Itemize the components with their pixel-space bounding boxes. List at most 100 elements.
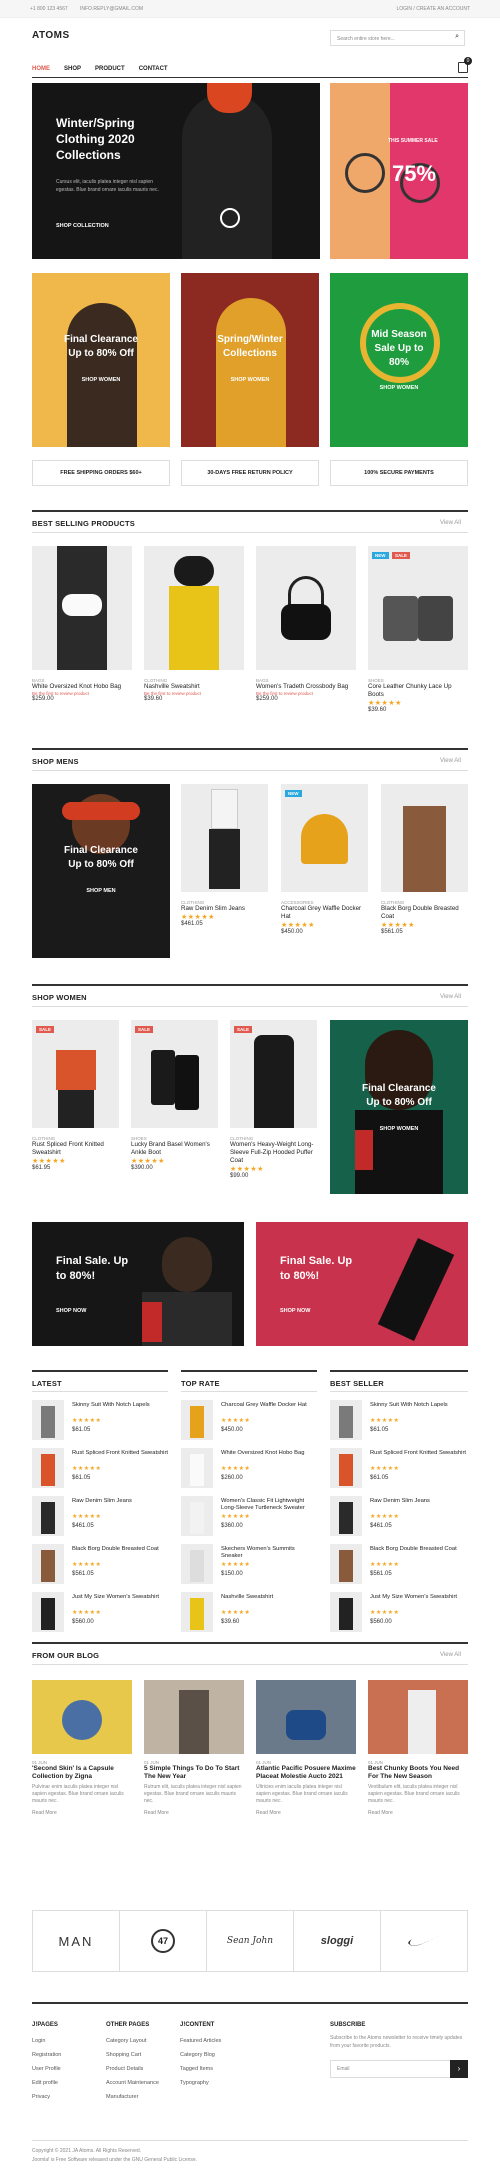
product-name[interactable]: Rust Spliced Front Knitted Sweatshirt [32, 1141, 119, 1157]
promo-2[interactable]: Spring/Winter Collections SHOP WOMEN [181, 273, 319, 447]
product-image-rust-sweatshirt[interactable]: SALE [32, 1020, 119, 1128]
list-item[interactable]: Rust Spliced Front Knitted Sweatshirt ★★★… [32, 1448, 168, 1492]
promo-1[interactable]: Final Clearance Up to 80% Off SHOP WOMEN [32, 273, 170, 447]
list-item-name[interactable]: Just My Size Women's Sweatshirt [370, 1594, 466, 1601]
read-more-link[interactable]: Read More [144, 1810, 244, 1816]
footer-link[interactable]: Edit profile [32, 2076, 102, 2090]
hero-banner[interactable]: Winter/Spring Clothing 2020 Collections … [32, 83, 320, 259]
best-viewall[interactable]: View All [440, 520, 461, 526]
brand-logo-seanjohn[interactable]: Sean John [207, 1911, 294, 1971]
women-viewall[interactable]: View All [440, 994, 461, 1000]
footer-link[interactable]: Privacy [32, 2090, 102, 2104]
list-item-name[interactable]: Rust Spliced Front Knitted Sweatshirt [72, 1450, 168, 1457]
nav-home[interactable]: HOME [32, 66, 50, 72]
footer-link[interactable]: Manufacturer [106, 2090, 176, 2104]
nav-product[interactable]: PRODUCT [95, 66, 125, 72]
list-item-thumbnail[interactable] [32, 1496, 64, 1536]
list-item-thumbnail[interactable] [181, 1496, 213, 1536]
brand-logo-sloggi[interactable]: sloggi [294, 1911, 381, 1971]
product-image-coat[interactable] [381, 784, 468, 892]
blog-post-title[interactable]: 5 Simple Things To Do To Start The New Y… [144, 1765, 244, 1781]
promo-2-link[interactable]: SHOP WOMEN [181, 377, 319, 383]
footer-link[interactable]: Category Layout [106, 2034, 176, 2048]
list-item-name[interactable]: Black Borg Double Breasted Coat [72, 1546, 168, 1553]
promo-3[interactable]: Mid Season Sale Up to 80% SHOP WOMEN [330, 273, 468, 447]
women-banner[interactable]: Final Clearance Up to 80% Off SHOP WOMEN [330, 1020, 468, 1194]
product-image-hat[interactable]: NEW [281, 784, 368, 892]
list-item-thumbnail[interactable] [330, 1400, 362, 1440]
product-name[interactable]: Women's Heavy-Weight Long-Sleeve Full-Zi… [230, 1141, 317, 1165]
footer-link[interactable]: Account Maintenance [106, 2076, 176, 2090]
search-input[interactable]: Search entire store here... [337, 36, 395, 42]
sale-banner-2[interactable]: Final Sale. Up to 80%! SHOP NOW [256, 1222, 468, 1346]
read-more-link[interactable]: Read More [256, 1810, 356, 1816]
blog-viewall[interactable]: View All [440, 1652, 461, 1658]
list-item-name[interactable]: Skinny Suit With Notch Lapels [72, 1402, 168, 1409]
blog-post-title[interactable]: 'Second Skin' Is a Capsule Collection by… [32, 1765, 132, 1781]
product-name[interactable]: Black Borg Double Breasted Coat [381, 905, 468, 921]
list-item[interactable]: Women's Classic Fit Lightweight Long-Sle… [181, 1496, 317, 1540]
product-image-ankle-boot[interactable]: SALE [131, 1020, 218, 1128]
footer-link[interactable]: Product Details [106, 2062, 176, 2076]
list-item[interactable]: Skinny Suit With Notch Lapels ★★★★★ $61.05 [330, 1400, 466, 1444]
email-field[interactable]: Email › [330, 2060, 468, 2078]
promo-1-link[interactable]: SHOP WOMEN [32, 377, 170, 383]
list-item[interactable]: Skechers Women's Summits Sneaker ★★★★★ $15… [181, 1544, 317, 1588]
nav-contact[interactable]: CONTACT [139, 66, 168, 72]
list-item-name[interactable]: Nashville Sweatshirt [221, 1594, 317, 1601]
account-link[interactable]: LOGIN / CREATE AN ACCOUNT [396, 6, 470, 12]
list-item-name[interactable]: Black Borg Double Breasted Coat [370, 1546, 466, 1553]
list-item-name[interactable]: Women's Classic Fit Lightweight Long-Sle… [221, 1498, 317, 1512]
sale-banner-1[interactable]: Final Sale. Up to 80%! SHOP NOW [32, 1222, 244, 1346]
list-item-thumbnail[interactable] [181, 1448, 213, 1488]
list-item-thumbnail[interactable] [181, 1544, 213, 1584]
list-item[interactable]: Raw Denim Slim Jeans ★★★★★ $461.05 [32, 1496, 168, 1540]
product-image-hobo-bag[interactable] [32, 546, 132, 670]
list-item[interactable]: White Oversized Knot Hobo Bag ★★★★★ $260.0… [181, 1448, 317, 1492]
nav-shop[interactable]: SHOP [64, 66, 81, 72]
list-item[interactable]: Charcoal Grey Waffle Docker Hat ★★★★★ $450… [181, 1400, 317, 1444]
list-item[interactable]: Nashville Sweatshirt ★★★★★ $39.60 [181, 1592, 317, 1636]
blog-post-title[interactable]: Atlantic Pacific Posuere Maxime Placeat … [256, 1765, 356, 1781]
product-name[interactable]: Raw Denim Slim Jeans [181, 905, 268, 913]
list-item-name[interactable]: Raw Denim Slim Jeans [72, 1498, 168, 1505]
list-item[interactable]: Just My Size Women's Sweatshirt ★★★★★ $560… [330, 1592, 466, 1636]
list-item[interactable]: Black Borg Double Breasted Coat ★★★★★ $561… [330, 1544, 466, 1588]
men-viewall[interactable]: View All [440, 758, 461, 764]
product-name[interactable]: Charcoal Grey Waffle Docker Hat [281, 905, 368, 921]
list-item-thumbnail[interactable] [330, 1496, 362, 1536]
list-item-thumbnail[interactable] [32, 1592, 64, 1632]
blog-image-2[interactable] [144, 1680, 244, 1754]
list-item[interactable]: Skinny Suit With Notch Lapels ★★★★★ $61.05 [32, 1400, 168, 1444]
list-item[interactable]: Raw Denim Slim Jeans ★★★★★ $461.05 [330, 1496, 466, 1540]
footer-link[interactable]: Tagged Items [180, 2062, 250, 2076]
list-item-name[interactable]: Charcoal Grey Waffle Docker Hat [221, 1402, 317, 1409]
list-item-thumbnail[interactable] [32, 1400, 64, 1440]
footer-link[interactable]: Shopping Cart [106, 2048, 176, 2062]
list-item-thumbnail[interactable] [181, 1592, 213, 1632]
footer-link[interactable]: Featured Articles [180, 2034, 250, 2048]
product-name[interactable]: Core Leather Chunky Lace Up Boots [368, 683, 468, 699]
list-item-name[interactable]: Rust Spliced Front Knitted Sweatshirt [370, 1450, 466, 1457]
list-item-thumbnail[interactable] [330, 1448, 362, 1488]
product-image-puffer-coat[interactable]: SALE [230, 1020, 317, 1128]
list-item-thumbnail[interactable] [330, 1592, 362, 1632]
list-item-name[interactable]: Raw Denim Slim Jeans [370, 1498, 466, 1505]
list-item-name[interactable]: Skechers Women's Summits Sneaker [221, 1546, 317, 1560]
shop-collection-link[interactable]: SHOP COLLECTION [56, 223, 109, 229]
footer-link[interactable]: Category Blog [180, 2048, 250, 2062]
search-icon[interactable]: ⌕ [455, 33, 459, 41]
subscribe-button[interactable]: › [450, 2060, 468, 2078]
brand-logo-man[interactable]: MAN [33, 1911, 120, 1971]
list-item[interactable]: Rust Spliced Front Knitted Sweatshirt ★★★… [330, 1448, 466, 1492]
promo-3-link[interactable]: SHOP WOMEN [330, 385, 468, 391]
list-item[interactable]: Black Borg Double Breasted Coat ★★★★★ $561… [32, 1544, 168, 1588]
list-item-name[interactable]: White Oversized Knot Hobo Bag [221, 1450, 317, 1457]
list-item-thumbnail[interactable] [32, 1448, 64, 1488]
product-image-crossbody-bag[interactable] [256, 546, 356, 670]
blog-image-4[interactable] [368, 1680, 468, 1754]
list-item[interactable]: Just My Size Women's Sweatshirt ★★★★★ $560… [32, 1592, 168, 1636]
product-name[interactable]: Lucky Brand Basel Women's Ankle Boot [131, 1141, 218, 1157]
list-item-thumbnail[interactable] [32, 1544, 64, 1584]
men-banner[interactable]: Final Clearance Up to 80% Off SHOP MEN [32, 784, 170, 958]
